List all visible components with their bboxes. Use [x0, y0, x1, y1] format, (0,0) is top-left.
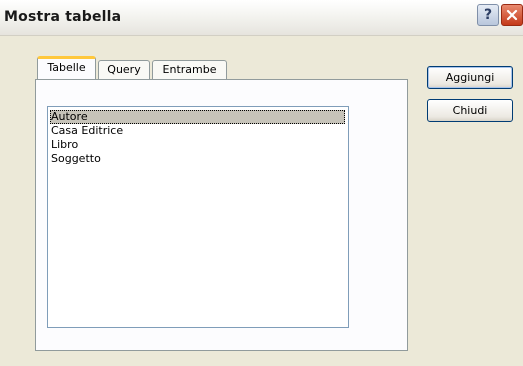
close-window-button[interactable]	[501, 4, 523, 26]
tab-query[interactable]: Query	[98, 60, 150, 80]
tab-tabelle[interactable]: Tabelle	[37, 56, 96, 79]
tab-label: Query	[107, 63, 141, 76]
list-item-soggetto[interactable]: Soggetto	[50, 152, 101, 166]
tab-panel: Autore Casa Editrice Libro Soggetto	[35, 79, 408, 351]
table-list[interactable]: Autore Casa Editrice Libro Soggetto	[47, 106, 349, 328]
close-icon	[506, 9, 518, 21]
help-button[interactable]: ?	[477, 4, 499, 26]
tab-entrambe[interactable]: Entrambe	[152, 60, 227, 80]
close-button[interactable]: Chiudi	[427, 99, 513, 122]
list-item-casa-editrice[interactable]: Casa Editrice	[50, 124, 123, 138]
show-table-dialog: Mostra tabella ? Tabelle Query Entrambe …	[0, 0, 523, 366]
help-icon: ?	[483, 7, 493, 23]
tab-label: Entrambe	[162, 63, 217, 76]
list-item-autore[interactable]: Autore	[50, 110, 345, 124]
dialog-body: Tabelle Query Entrambe Autore Casa Editr…	[0, 36, 523, 366]
list-item-libro[interactable]: Libro	[50, 138, 78, 152]
window-title: Mostra tabella	[4, 9, 122, 25]
title-bar[interactable]: Mostra tabella ?	[0, 0, 523, 36]
tab-label: Tabelle	[47, 61, 86, 74]
add-button[interactable]: Aggiungi	[427, 66, 513, 89]
